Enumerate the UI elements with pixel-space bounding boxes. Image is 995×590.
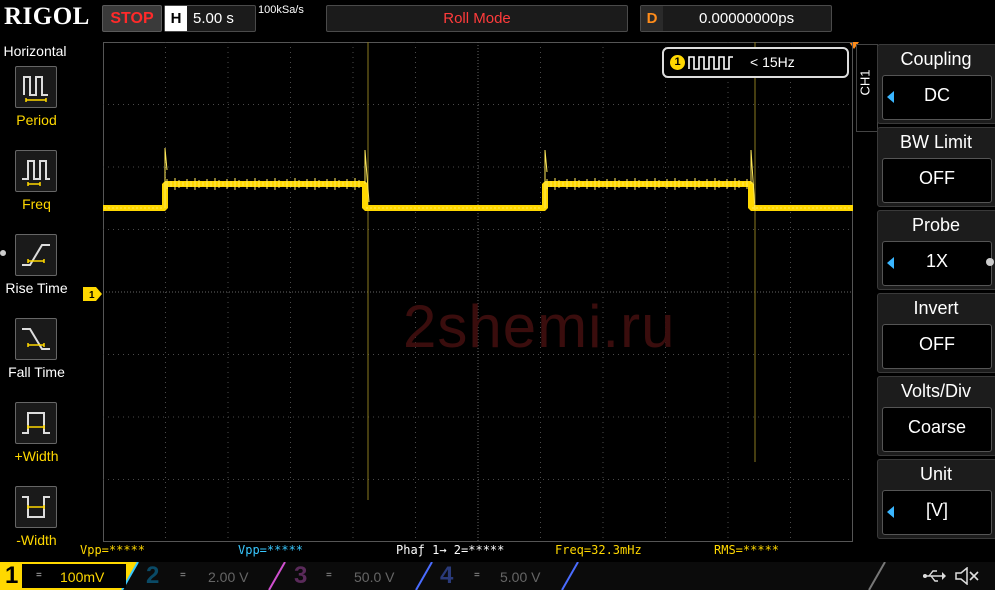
waveform-display[interactable]: 2shemi.ru 1 < 15Hz — [103, 42, 853, 542]
period-icon — [15, 66, 57, 108]
ch4-coupling-icon: = — [474, 570, 480, 581]
freq-icon — [15, 150, 57, 192]
meas-vpp-ch1: Vpp=***** — [80, 543, 146, 557]
ch1-coupling-icon: = — [36, 570, 42, 581]
channel-menu: Coupling DC BW Limit OFF Probe 1X Invert… — [877, 44, 995, 544]
delay-label: D — [641, 6, 663, 31]
usb-icon — [922, 568, 946, 589]
ch3-number: 3 — [294, 562, 308, 589]
speaker-muted-icon[interactable] — [954, 566, 980, 590]
acquisition-mode: Roll Mode — [326, 5, 628, 32]
sample-rate: 100kSa/s — [258, 4, 304, 16]
period-label: Period — [16, 112, 57, 128]
menu-title: Horizontal — [3, 43, 67, 59]
coupling-value-box: DC — [882, 75, 992, 120]
volts-div-value: Coarse — [907, 417, 967, 437]
horizontal-measure-menu: Horizontal Period Freq Rise Time Fall Ti… — [0, 40, 73, 560]
ch3-scale: 50.0 V — [354, 569, 395, 585]
ch1-menu-tab: CH1 — [856, 44, 878, 132]
rigol-logo: RIGOL — [4, 3, 90, 30]
bw-limit-value: OFF — [919, 168, 955, 188]
measure-period[interactable]: Period — [0, 66, 73, 148]
bw-limit-softkey[interactable]: BW Limit OFF — [877, 127, 995, 207]
volts-div-softkey[interactable]: Volts/Div Coarse — [877, 376, 995, 456]
fall-time-icon — [15, 318, 57, 360]
frequency-value: < 15Hz — [750, 54, 795, 70]
timebase-value: 5.00 s — [193, 10, 234, 27]
ch2-scale: 2.00 V — [208, 569, 249, 585]
invert-title: Invert — [913, 298, 959, 318]
volts-div-title: Volts/Div — [900, 381, 972, 401]
ch1-tab-label: CH1 — [857, 69, 873, 96]
measure-plus-width[interactable]: +Width — [0, 402, 73, 484]
coupling-value: DC — [924, 85, 950, 105]
measure-minus-width[interactable]: -Width — [0, 486, 73, 568]
bw-limit-title: BW Limit — [900, 132, 972, 152]
ch2-number: 2 — [146, 562, 160, 589]
menu-page-indicator — [0, 250, 6, 256]
ch3-coupling-icon: = — [326, 570, 332, 581]
invert-value-box: OFF — [882, 324, 992, 369]
ch3-status[interactable]: 3 = 50.0 V — [290, 562, 420, 590]
delay-readout[interactable]: D 0.00000000ps — [640, 5, 832, 32]
unit-value-box: [V] — [882, 490, 992, 535]
timebase-readout[interactable]: H 5.00 s — [164, 5, 256, 32]
measure-fall-time[interactable]: Fall Time — [0, 318, 73, 400]
rise-time-icon — [15, 234, 57, 276]
rise-time-label: Rise Time — [5, 280, 68, 296]
fall-time-label: Fall Time — [8, 364, 65, 380]
run-stop-status[interactable]: STOP — [102, 5, 162, 32]
delay-value: 0.00000000ps — [699, 10, 795, 27]
freq-label: Freq — [22, 196, 51, 212]
probe-title: Probe — [911, 215, 961, 235]
bw-limit-value-box: OFF — [882, 158, 992, 203]
plus-width-icon — [15, 402, 57, 444]
horizontal-label: H — [165, 6, 187, 31]
ch1-trace — [103, 42, 853, 500]
meas-phase: Phaƒ 1→ 2=***** — [396, 543, 505, 557]
ch4-scale: 5.00 V — [500, 569, 541, 585]
ch4-status[interactable]: 4 = 5.00 V — [436, 562, 566, 590]
ch2-coupling-icon: = — [180, 570, 186, 581]
meas-rms: RMS=***** — [714, 543, 780, 557]
invert-softkey[interactable]: Invert OFF — [877, 293, 995, 373]
unit-value: [V] — [925, 500, 948, 520]
plus-width-label: +Width — [14, 448, 59, 464]
minus-width-icon — [15, 486, 57, 528]
probe-softkey[interactable]: Probe 1X — [877, 210, 995, 290]
probe-value: 1X — [925, 251, 949, 271]
ch1-marker-label: 1 — [89, 290, 95, 301]
ch2-status[interactable]: 2 = 2.00 V — [142, 562, 272, 590]
ch4-number: 4 — [440, 562, 454, 589]
square-wave-icon — [688, 54, 734, 71]
channel-status-bar: 1 = 100mV 2 = 2.00 V 3 = 50.0 V 4 = 5.00… — [0, 562, 995, 590]
ch1-trace-noise — [104, 147, 850, 211]
invert-value: OFF — [919, 334, 955, 354]
volts-div-value-box: Coarse — [882, 407, 992, 452]
probe-value-box: 1X — [882, 241, 992, 286]
frequency-readout[interactable]: 1 < 15Hz — [662, 47, 849, 78]
measure-rise-time[interactable]: Rise Time — [0, 234, 73, 316]
ch1-number: 1 — [5, 562, 19, 589]
minus-width-label: -Width — [16, 532, 57, 548]
coupling-softkey[interactable]: Coupling DC — [877, 44, 995, 124]
unit-softkey[interactable]: Unit [V] — [877, 459, 995, 539]
ch1-scale: 100mV — [60, 569, 105, 585]
unit-title: Unit — [919, 464, 952, 484]
menu-page-indicator — [986, 258, 994, 266]
measure-freq[interactable]: Freq — [0, 150, 73, 232]
freq-channel-badge: 1 — [670, 55, 685, 70]
ch1-status[interactable]: 1 = 100mV — [0, 562, 135, 590]
meas-vpp-ch2: Vpp=***** — [238, 543, 304, 557]
meas-freq: Freq=32.3mHz — [555, 543, 642, 557]
top-status-bar: RIGOL STOP H 5.00 s 100kSa/s Roll Mode D… — [0, 0, 995, 38]
coupling-title: Coupling — [900, 49, 972, 69]
ch1-offset-marker[interactable]: 1 — [83, 287, 103, 301]
